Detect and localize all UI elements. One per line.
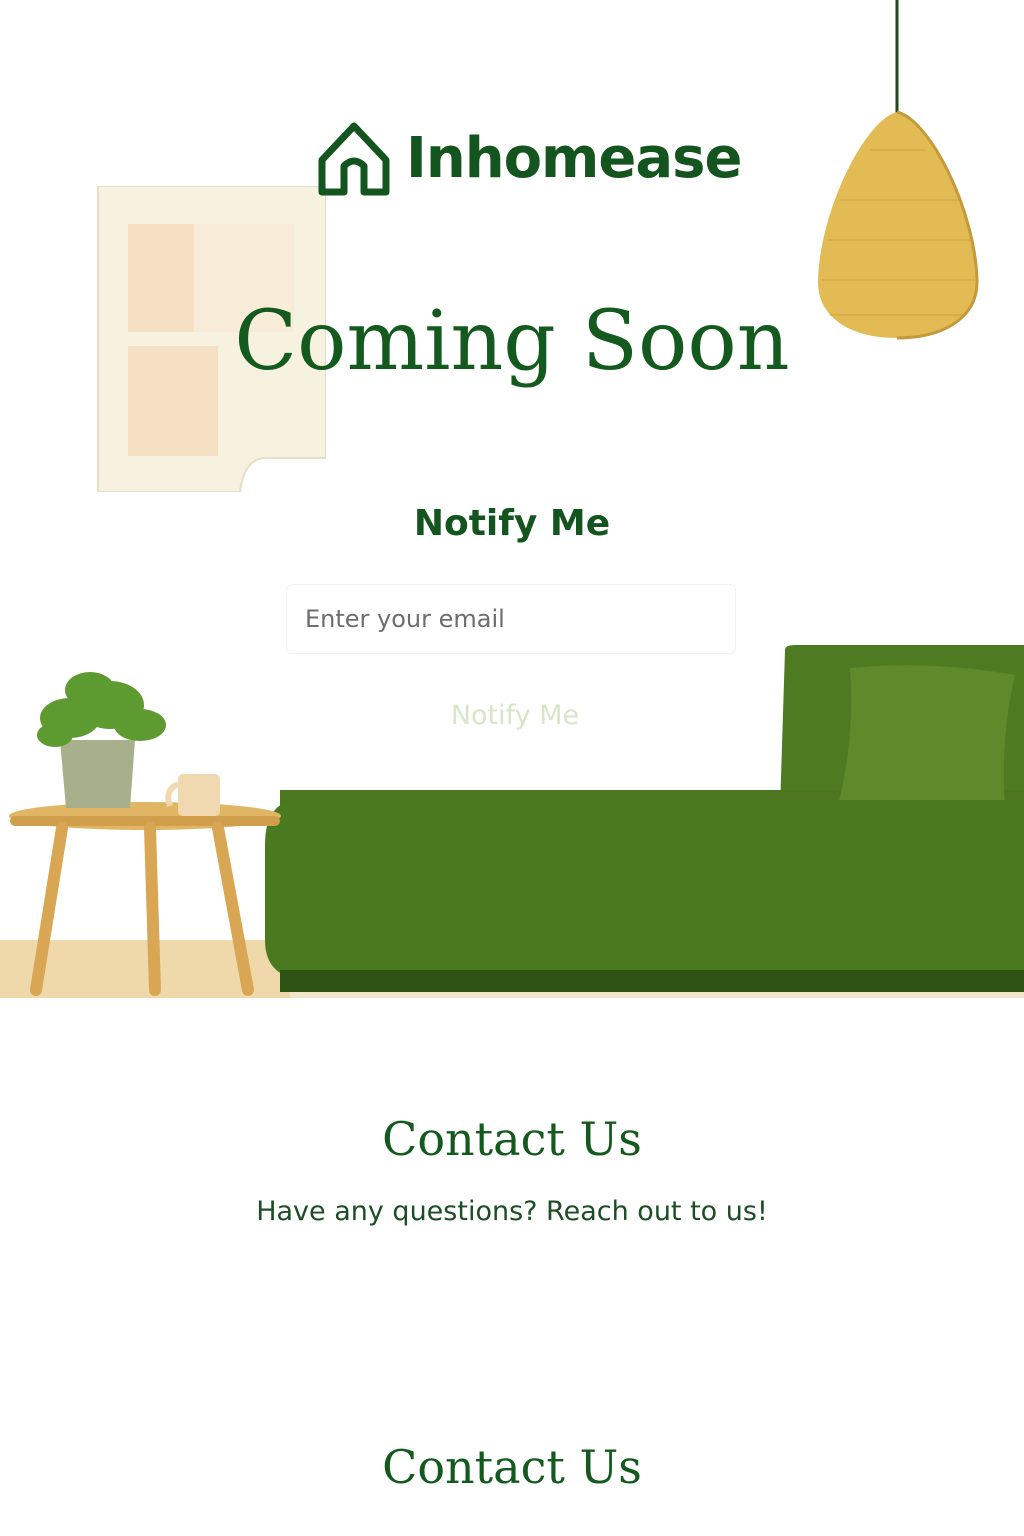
notify-me-button[interactable]: Notify Me: [380, 690, 650, 740]
house-icon: [318, 122, 390, 196]
email-input[interactable]: [286, 584, 736, 654]
coming-soon-title: Coming Soon: [234, 294, 790, 389]
contact-heading: Contact Us: [382, 1112, 642, 1166]
notify-heading: Notify Me: [413, 503, 611, 544]
brand-name: Inhomease: [406, 125, 742, 191]
contact-heading-secondary: Contact Us: [382, 1440, 642, 1494]
contact-description: Have any questions? Reach out to us!: [256, 1196, 768, 1227]
brand-logo[interactable]: Inhomease: [318, 118, 742, 198]
